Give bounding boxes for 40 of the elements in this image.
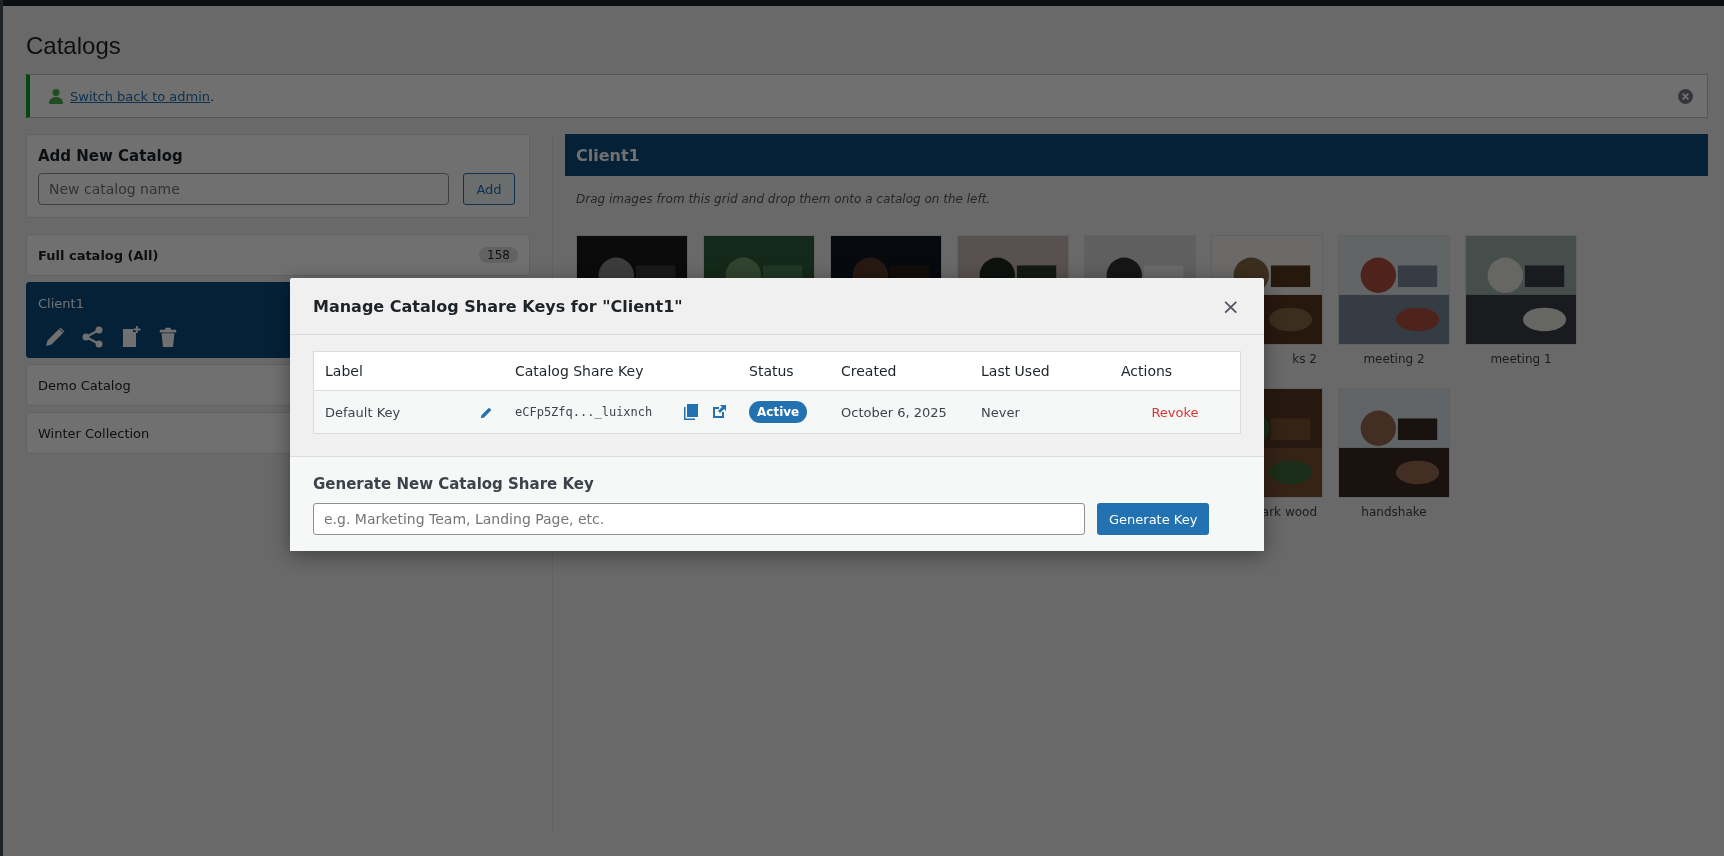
catalog-name: Full catalog (All)	[38, 247, 159, 263]
key-label-field[interactable]: e.g. Marketing Team, Landing Page, etc.	[313, 503, 1085, 535]
column-header: Last Used	[970, 351, 1110, 391]
generate-key-button[interactable]: Generate Key	[1097, 503, 1210, 535]
image-caption: handshake	[1360, 505, 1428, 519]
pencil-icon[interactable]	[480, 405, 493, 419]
column-header: Actions	[1110, 351, 1241, 391]
column-header: Label	[313, 351, 504, 391]
table-cell: October 6, 2025	[830, 390, 970, 434]
column-header: Created	[830, 351, 970, 391]
catalog-name: Client1	[38, 295, 84, 311]
catalog-name-field[interactable]: New catalog name	[38, 173, 449, 205]
column-header: Status	[738, 351, 830, 391]
image-caption: meeting 2	[1362, 352, 1426, 366]
trash-icon[interactable]	[157, 325, 179, 349]
user-icon	[48, 88, 64, 104]
notice-text: .	[210, 88, 215, 104]
image-caption: meeting 1	[1489, 352, 1553, 366]
count-badge: 158	[479, 247, 518, 263]
revoke-link[interactable]: Revoke	[1151, 404, 1199, 420]
table-cell: Never	[970, 390, 1110, 434]
section-title: Generate New Catalog Share Key	[313, 475, 595, 493]
dismiss-icon[interactable]	[1678, 88, 1693, 104]
card-title: Add New Catalog	[38, 147, 184, 165]
catalog-item[interactable]: Full catalog (All) 158	[26, 234, 530, 276]
drag-hint: Drag images from this grid and drop them onto a catalog on the left.	[576, 192, 992, 206]
page-title: Catalogs	[26, 31, 122, 61]
external-link-icon[interactable]	[711, 404, 727, 420]
add-button[interactable]: Add	[463, 173, 515, 205]
column-header: Catalog Share Key	[504, 351, 738, 391]
share-icon[interactable]	[81, 325, 105, 349]
switch-back-link[interactable]: Switch back to admin	[70, 88, 211, 104]
status-badge: Active	[749, 401, 808, 423]
catalog-name: Demo Catalog	[38, 377, 131, 393]
catalog-title: Client1	[576, 145, 640, 165]
close-button[interactable]: ×	[1217, 293, 1244, 319]
copy-icon[interactable]	[683, 404, 699, 420]
catalog-name: Winter Collection	[38, 425, 150, 441]
pencil-icon[interactable]	[43, 325, 67, 349]
image-caption: ks 2	[1291, 352, 1318, 366]
